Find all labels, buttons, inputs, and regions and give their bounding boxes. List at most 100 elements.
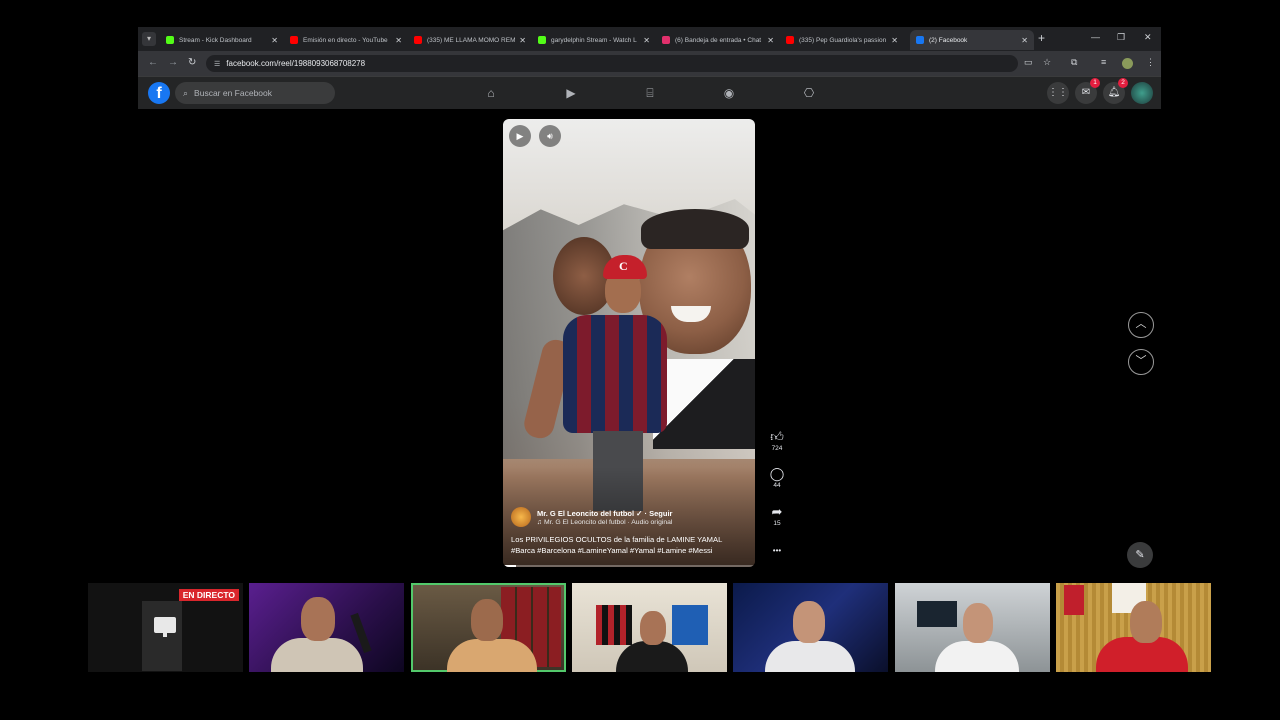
browser-window: ▾ Stream - Kick Dashboard ✕ Emisión en d… [138, 27, 1161, 109]
tab-instagram-inbox[interactable]: (6) Bandeja de entrada • Chat ✕ [656, 30, 780, 50]
forward-icon[interactable]: → [168, 57, 178, 68]
close-icon[interactable]: ✕ [643, 36, 650, 45]
next-reel-button[interactable]: ﹀ [1128, 349, 1154, 375]
gaming-icon[interactable]: ⎔ [801, 85, 817, 101]
webcam-tile-host: EN DIRECTO [88, 583, 243, 672]
volume-icon[interactable]: 🔊︎ [539, 125, 561, 147]
previous-reel-button[interactable]: ︿ [1128, 312, 1154, 338]
live-badge: EN DIRECTO [178, 589, 239, 601]
person-shirt [563, 315, 667, 433]
tab-search-button[interactable]: ▾ [142, 32, 156, 46]
close-window-icon[interactable]: ✕ [1144, 32, 1152, 43]
notifications-badge: 2 [1118, 78, 1128, 88]
thumbs-up-icon: 👍︎ [770, 429, 784, 444]
tab-title: (6) Bandeja de entrada • Chat [675, 36, 762, 44]
webcam-tile-2 [411, 583, 566, 672]
more-icon: ••• [772, 546, 782, 555]
mural-suit [653, 359, 755, 449]
groups-icon[interactable]: ◉ [721, 85, 737, 101]
webcam-person [616, 641, 688, 672]
webcam-face [1130, 601, 1162, 643]
close-icon[interactable]: ✕ [271, 36, 278, 45]
comment-button[interactable]: ◯ 44 [764, 466, 790, 490]
account-avatar[interactable] [1131, 82, 1153, 104]
reload-icon[interactable]: ↻ [188, 57, 196, 68]
close-icon[interactable]: ✕ [1021, 36, 1028, 45]
address-bar[interactable]: ☰ facebook.com/reel/1988093068708278 [206, 55, 1018, 72]
facebook-logo[interactable]: f [148, 82, 170, 104]
tab-facebook[interactable]: (2) Facebook ✕ [910, 30, 1034, 50]
close-icon[interactable]: ✕ [891, 36, 898, 45]
video-icon[interactable]: ▶ [563, 85, 579, 101]
video-progress-fill [503, 565, 516, 567]
webcam-person [271, 638, 363, 672]
tab-youtube-guardiola[interactable]: (335) Pep Guardiola's passion ✕ [780, 30, 904, 50]
tab-title: Emisión en directo - YouTube [303, 36, 388, 44]
reel-info: Mr. G El Leoncito del futbol ✓ · Seguir … [511, 507, 751, 556]
kebab-menu-icon[interactable]: ⋮ [1146, 57, 1155, 68]
tab-title: (2) Facebook [929, 36, 968, 44]
caption-line: Los PRIVILEGIOS OCULTOS de la familia de… [511, 535, 723, 544]
background-monitor [917, 601, 957, 627]
more-options-button[interactable]: ••• [764, 544, 790, 558]
notifications-icon[interactable]: 🔔︎ 2 [1103, 78, 1128, 104]
author-avatar[interactable] [511, 507, 531, 527]
webcam-tile-4 [733, 583, 888, 672]
tab-title: Stream - Kick Dashboard [179, 36, 252, 44]
youtube-icon [786, 36, 794, 44]
tab-kick-stream[interactable]: garydelphin Stream - Watch L ✕ [532, 30, 656, 50]
media-icon[interactable]: ≡ [1101, 57, 1106, 67]
reel-video[interactable]: ▶ 🔊︎ Mr. G El Leoncito del futbol ✓ · Se… [503, 119, 755, 567]
new-message-icon[interactable]: ✎ [1127, 542, 1153, 568]
youtube-icon [414, 36, 422, 44]
restore-icon[interactable]: ❐ [1117, 32, 1125, 43]
reel-caption: Los PRIVILEGIOS OCULTOS de la familia de… [511, 534, 751, 556]
webcam-person [765, 641, 855, 672]
comment-icon: ◯ [769, 466, 785, 481]
audio-label[interactable]: ♫ Mr. G El Leoncito del futbol · Audio o… [537, 519, 672, 526]
webcam-face [471, 599, 503, 641]
instagram-icon [662, 36, 670, 44]
webcam-tile-1 [249, 583, 404, 672]
tab-youtube-live[interactable]: Emisión en directo - YouTube ✕ [284, 30, 408, 50]
url-text: facebook.com/reel/1988093068708278 [226, 59, 366, 68]
search-placeholder: Buscar en Facebook [194, 88, 273, 98]
bookmark-star-icon[interactable]: ☆ [1043, 57, 1051, 68]
caption-hashtags[interactable]: #Barca #Barcelona #LamineYamal #Yamal #L… [511, 545, 751, 556]
tab-title: (335) ME LLAMA MOMO REM [427, 36, 516, 44]
video-progress-bar[interactable] [503, 565, 755, 567]
profile-avatar[interactable] [1122, 58, 1133, 69]
webcam-figure [142, 601, 182, 671]
minimize-icon[interactable]: — [1091, 32, 1100, 42]
jersey-left [596, 605, 632, 645]
site-info-icon[interactable]: ☰ [214, 60, 220, 68]
monitor-icon [154, 617, 176, 637]
close-icon[interactable]: ✕ [519, 36, 526, 45]
author-name[interactable]: Mr. G El Leoncito del futbol ✓ · Seguir [537, 509, 672, 518]
webcam-face [963, 603, 993, 643]
messenger-icon[interactable]: ✉ 1 [1075, 78, 1100, 104]
home-icon[interactable]: ⌂ [483, 85, 499, 101]
like-button[interactable]: 👍︎ 724 [764, 429, 790, 453]
tab-title: (335) Pep Guardiola's passion [799, 36, 887, 44]
extensions-icon[interactable]: ⧉ [1071, 57, 1077, 68]
share-button[interactable]: ➦ 15 [764, 504, 790, 528]
play-icon[interactable]: ▶ [509, 125, 531, 147]
cast-icon[interactable]: ▭ [1024, 57, 1033, 68]
share-icon: ➦ [771, 504, 783, 519]
new-tab-button[interactable]: + [1038, 31, 1045, 45]
youtube-icon [290, 36, 298, 44]
comment-count: 44 [773, 482, 781, 489]
menu-grid-icon[interactable]: ⋮⋮ [1047, 82, 1069, 104]
close-icon[interactable]: ✕ [767, 36, 774, 45]
close-icon[interactable]: ✕ [395, 36, 402, 45]
tab-kick-dashboard[interactable]: Stream - Kick Dashboard ✕ [160, 30, 284, 50]
facebook-search-input[interactable]: ⌕ Buscar en Facebook [175, 82, 335, 104]
webcam-tile-6 [1056, 583, 1211, 672]
back-icon[interactable]: ← [148, 57, 158, 68]
marketplace-icon[interactable]: ⌸ [642, 85, 658, 101]
search-icon: ⌕ [183, 87, 189, 98]
tab-youtube-video[interactable]: (335) ME LLAMA MOMO REM ✕ [408, 30, 532, 50]
like-count: 724 [771, 445, 783, 452]
tab-strip: ▾ Stream - Kick Dashboard ✕ Emisión en d… [138, 27, 1161, 51]
